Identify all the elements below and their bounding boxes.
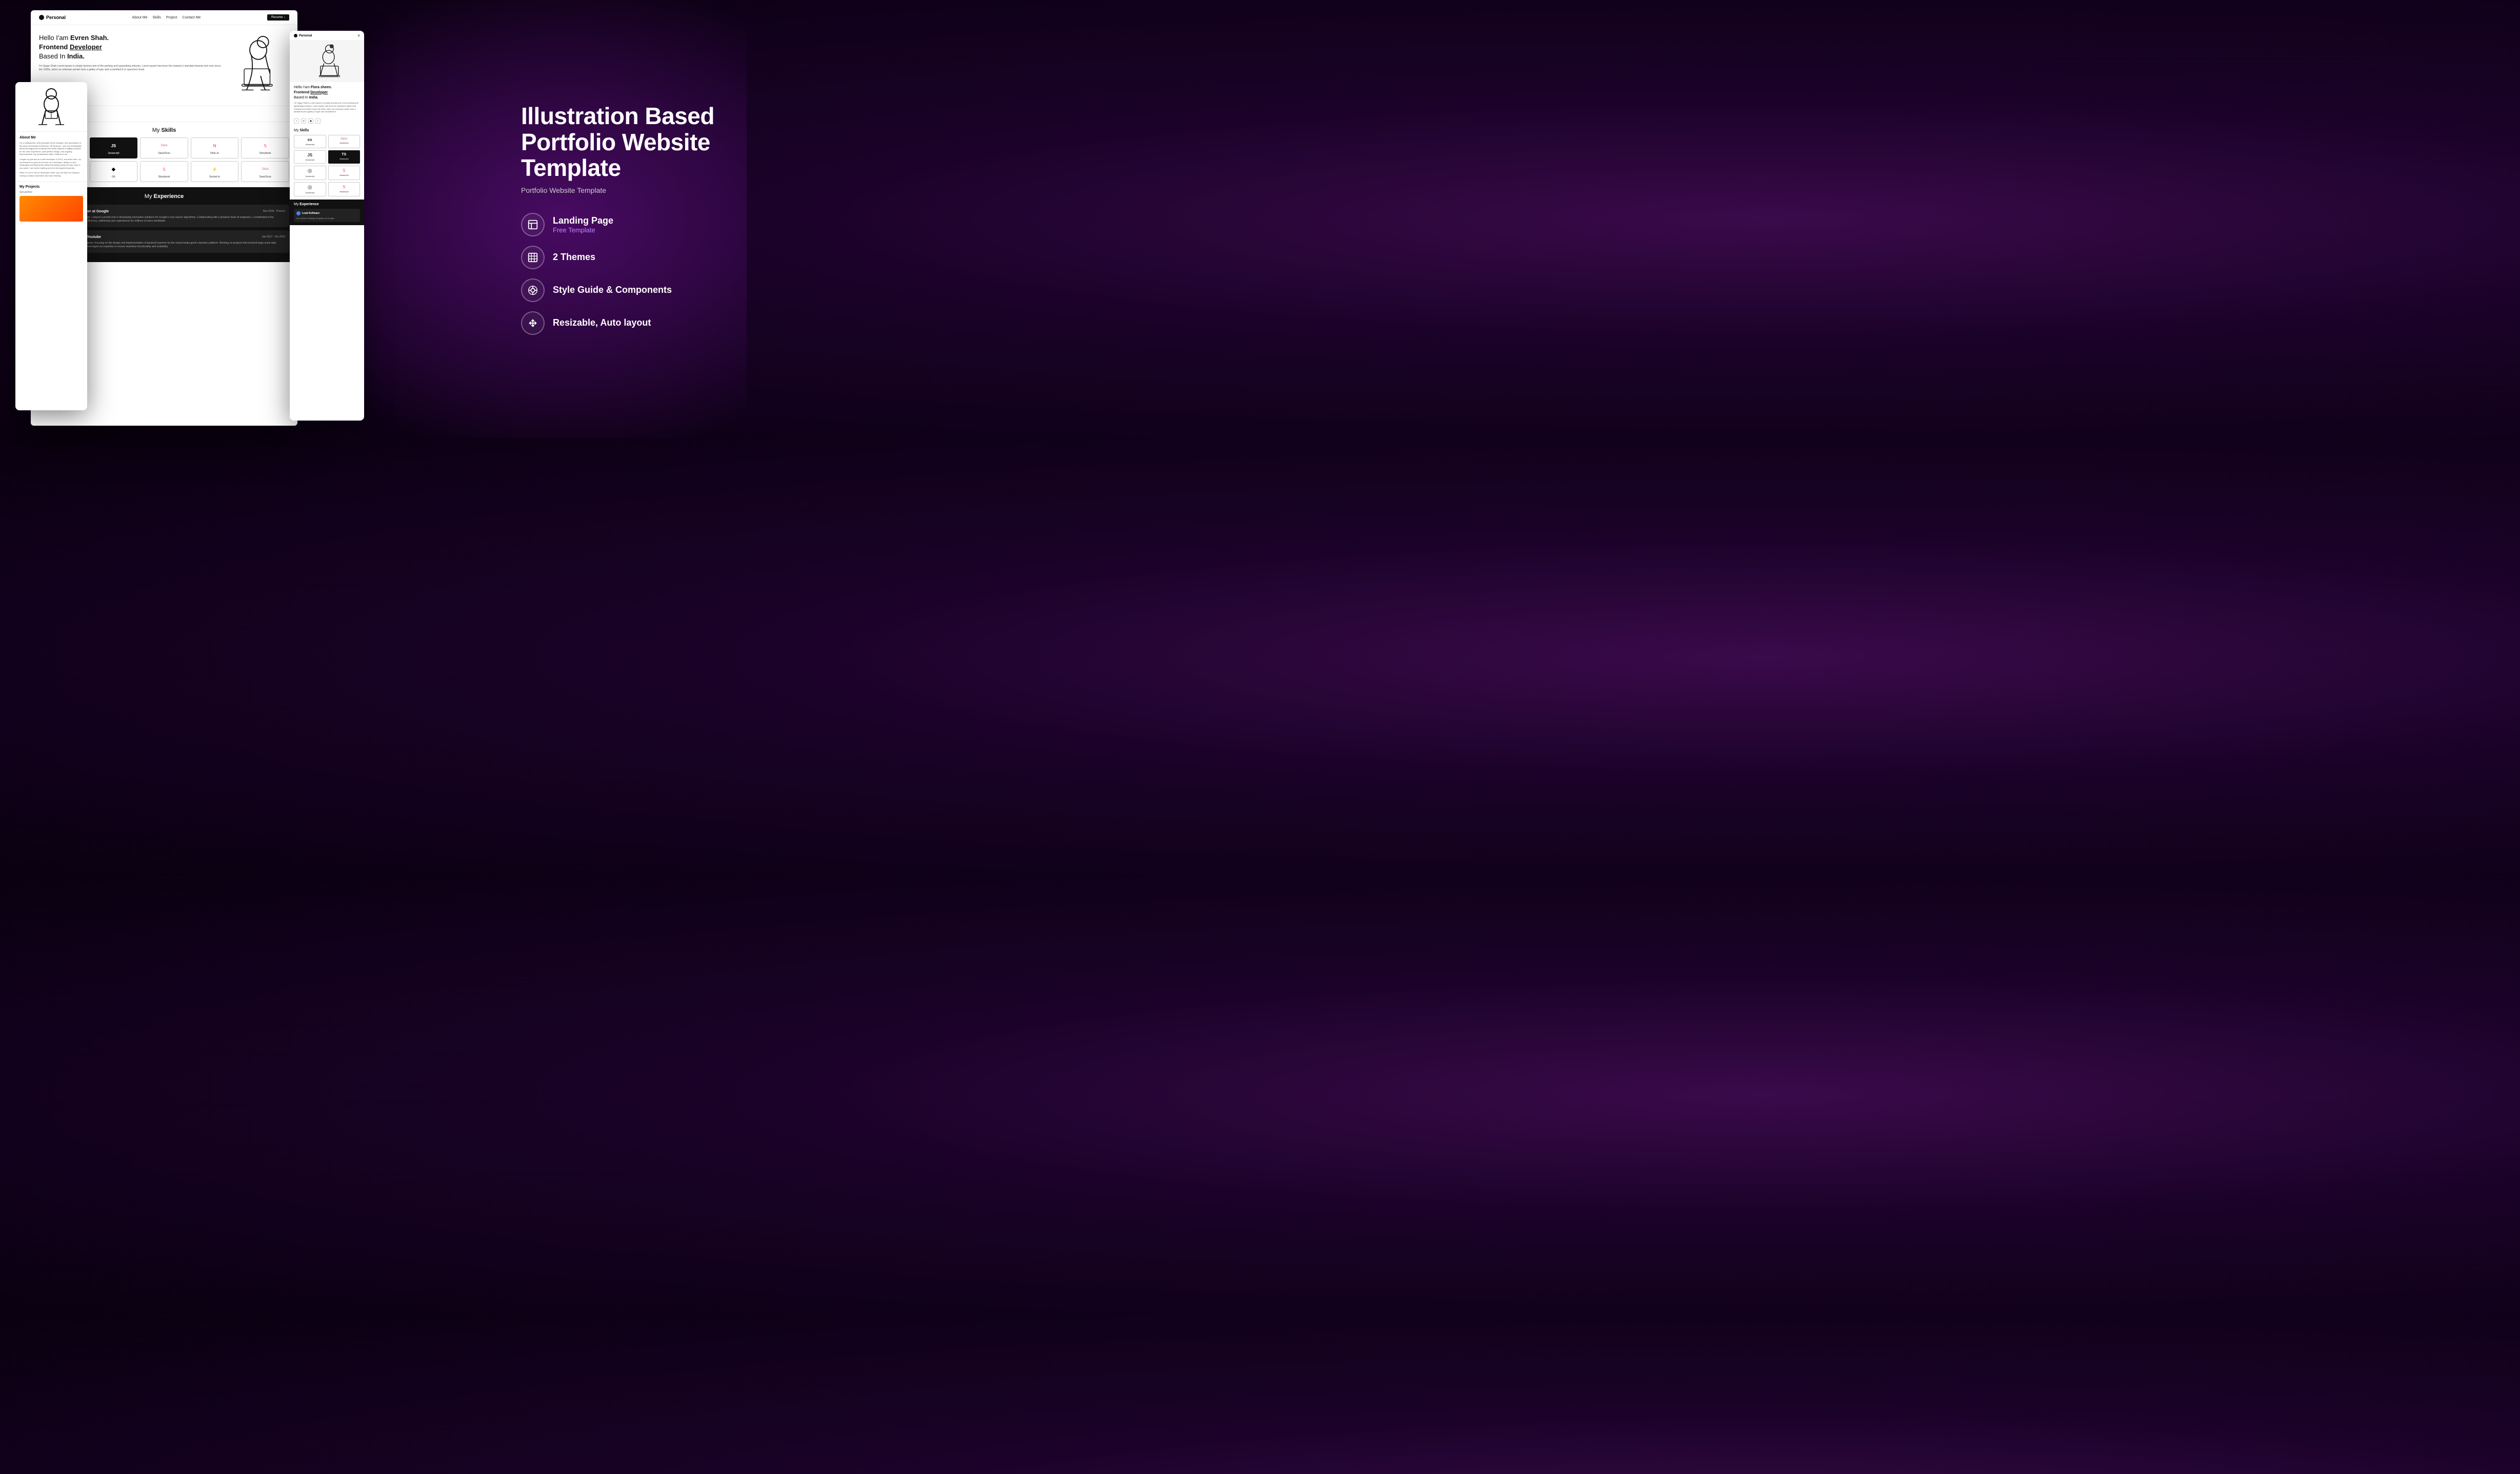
mobile-skill-circle2: ◎ Javascript xyxy=(294,182,326,196)
mobile-mockup-right: Parsonal ≡ Hello I'am Flora sheen.Fronte… xyxy=(290,31,364,421)
desktop-resume-btn: Resume ↓ xyxy=(267,14,289,21)
feature-list: Landing Page Free Template 2 Themes xyxy=(521,213,721,335)
desktop-hero-illustration xyxy=(228,33,289,97)
skill-nestjs: N Nest.Js xyxy=(191,137,239,158)
mobile-right-facebook-icon: f xyxy=(294,118,299,124)
feature-landing-page-name: Landing Page xyxy=(553,215,613,226)
mobile-skill-ex: ex Javascript xyxy=(294,135,326,148)
layout-icon xyxy=(527,219,538,230)
mobile-project-thumbnail xyxy=(19,196,83,222)
skill-git-2: ◆ Git xyxy=(90,161,138,182)
hamburger-icon: ≡ xyxy=(357,33,360,38)
mobile-right-experience: My Experience Lead Software As a Senior … xyxy=(290,200,364,225)
mobile-mockup-left: About Me I'm a multifaceted, self-motiva… xyxy=(15,82,87,410)
info-title: Illustration BasedPortfolio WebsiteTempl… xyxy=(521,103,721,181)
mobile-skill-ts: TS Javascript xyxy=(328,150,361,164)
landing-page-icon-circle xyxy=(521,213,545,236)
style-guide-icon-circle xyxy=(521,278,545,302)
mobile-right-social: f ◎ ▣ t xyxy=(290,116,364,126)
skill-storybook: S Storybook xyxy=(241,137,289,158)
mobile-right-skills: My Skills ex Javascript Sass Javascript … xyxy=(290,126,364,200)
info-subtitle: Portfolio Website Template xyxy=(521,186,721,194)
resizable-icon-circle xyxy=(521,311,545,335)
mobile-right-navbar: Parsonal ≡ xyxy=(290,31,364,41)
resize-icon xyxy=(527,317,538,329)
desktop-navbar: Personal About Me Skills Project Contact… xyxy=(31,10,297,25)
mobile-right-exp-card: Lead Software As a Senior Software Engin… xyxy=(294,209,360,222)
mobile-skill-sass: Sass Javascript xyxy=(328,135,361,148)
themes-icon-circle xyxy=(521,246,545,269)
mobile-right-hero-text: Hello I'am Flora sheen.Frontend Develope… xyxy=(290,82,364,116)
skill-socketio: ⚡ Socket.Io xyxy=(191,161,239,182)
feature-landing-page: Landing Page Free Template xyxy=(521,213,721,236)
skill-sass: Sass Sass/Scss xyxy=(140,137,188,158)
feature-resizable-name: Resizable, Auto layout xyxy=(553,317,651,328)
skill-sass-2: Sass Sass/Scss xyxy=(241,161,289,182)
mobile-left-projects: My Projects Get perfect xyxy=(15,182,87,225)
mobile-right-hero-illustration xyxy=(290,41,364,82)
mobile-left-top-illustration xyxy=(15,82,87,132)
desktop-logo: Personal xyxy=(39,15,66,20)
mobile-skill-js: JS Javascript xyxy=(294,150,326,164)
mobile-right-instagram-icon: ◎ xyxy=(301,118,306,124)
components-icon xyxy=(527,285,538,296)
feature-2-themes-name: 2 Themes xyxy=(553,252,595,263)
desktop-nav-links: About Me Skills Project Contact Me xyxy=(132,16,201,19)
skill-javascript: JS Javascript xyxy=(90,137,138,158)
feature-style-guide-name: Style Guide & Components xyxy=(553,285,672,295)
mobile-right-twitter-icon: t xyxy=(315,118,321,124)
feature-2-themes: 2 Themes xyxy=(521,246,721,269)
mobile-skill-s2: S Javascript xyxy=(328,182,361,196)
info-panel: Illustration BasedPortfolio WebsiteTempl… xyxy=(495,0,747,438)
palette-icon xyxy=(527,252,538,263)
feature-style-guide: Style Guide & Components xyxy=(521,278,721,302)
skill-storybook-2: S Storybook xyxy=(140,161,188,182)
feature-landing-page-sub: Free Template xyxy=(553,226,613,234)
feature-resizable: Resizable, Auto layout xyxy=(521,311,721,335)
mobile-right-github-icon: ▣ xyxy=(308,118,313,124)
mobile-skill-circle1: ◎ Javascript xyxy=(294,166,326,180)
mobile-left-about: About Me I'm a multifaceted, self-motiva… xyxy=(15,132,87,182)
mobile-skill-s1: S Javascript xyxy=(328,166,361,180)
